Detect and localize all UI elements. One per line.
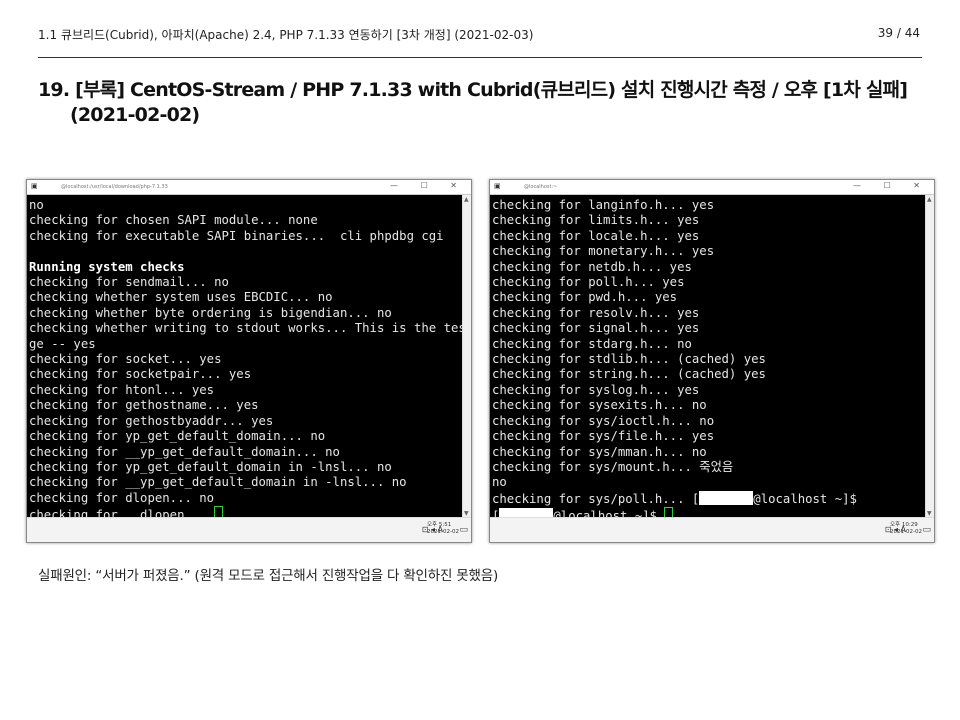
scroll-up-icon[interactable]: ▲ xyxy=(927,196,932,203)
terminal-screenshot-left: ▣ @localhost:/usr/local/download/php-7.1… xyxy=(26,179,472,543)
window-controls[interactable]: — ☐ ✕ xyxy=(853,181,930,190)
failure-caption: 실패원인: “서버가 퍼졌음.” (원격 모드로 접근해서 진행작업을 다 확인… xyxy=(38,568,499,584)
terminal-titlebar: ▣ @localhost:~ — ☐ ✕ xyxy=(490,180,934,195)
window-controls[interactable]: — ☐ ✕ xyxy=(390,181,467,190)
terminal-lines: checking for langinfo.h... yes checking … xyxy=(492,198,766,506)
terminal-output: no checking for chosen SAPI module... no… xyxy=(27,196,463,518)
terminal-scrollbar[interactable]: ▲ ▼ xyxy=(925,195,934,518)
page-number: 39 / 44 xyxy=(877,26,920,40)
header-doc-title: 1.1 큐브리드(Cubrid), 아파치(Apache) 2.4, PHP 7… xyxy=(38,28,534,42)
windows-taskbar: ⊡ ◂ A 오후 10:29 2021-02-02 ▭ xyxy=(490,517,934,542)
scroll-down-icon[interactable]: ▼ xyxy=(464,510,469,517)
terminal-lines-1: no checking for chosen SAPI module... no… xyxy=(29,198,444,243)
section-title-line2: (2021-02-02) xyxy=(70,104,200,126)
terminal-titlebar: ▣ @localhost:/usr/local/download/php-7.1… xyxy=(27,180,471,195)
terminal-title: @localhost:~ xyxy=(524,184,558,190)
notification-icon[interactable]: ▭ xyxy=(922,525,931,535)
redacted-username xyxy=(699,490,754,505)
section-title: 19. [부록] CentOS-Stream / PHP 7.1.33 with… xyxy=(38,78,918,128)
notification-icon[interactable]: ▭ xyxy=(459,525,468,535)
taskbar-clock: 오후 5:51 2021-02-02 xyxy=(427,522,459,535)
terminal-screenshot-right: ▣ @localhost:~ — ☐ ✕ checking for langin… xyxy=(489,179,935,543)
scroll-up-icon[interactable]: ▲ xyxy=(464,196,469,203)
header-divider xyxy=(38,57,922,58)
terminal-title: @localhost:/usr/local/download/php-7.1.3… xyxy=(61,184,168,190)
windows-taskbar: ⊡ ◂ A 오후 5:51 2021-02-02 ▭ xyxy=(27,517,471,542)
taskbar-clock: 오후 10:29 2021-02-02 xyxy=(890,522,922,535)
putty-icon: ▣ xyxy=(494,182,501,190)
putty-icon: ▣ xyxy=(31,182,38,190)
terminal-scrollbar[interactable]: ▲ ▼ xyxy=(462,195,471,518)
section-title-line1: 19. [부록] CentOS-Stream / PHP 7.1.33 with… xyxy=(38,79,908,101)
terminal-lines-2: checking for sendmail... no checking whe… xyxy=(29,275,463,518)
prompt-suffix: @localhost ~]$ xyxy=(753,491,857,506)
terminal-bold-line: Running system checks xyxy=(29,259,185,274)
terminal-output: checking for langinfo.h... yes checking … xyxy=(490,196,926,518)
scroll-down-icon[interactable]: ▼ xyxy=(927,510,932,517)
